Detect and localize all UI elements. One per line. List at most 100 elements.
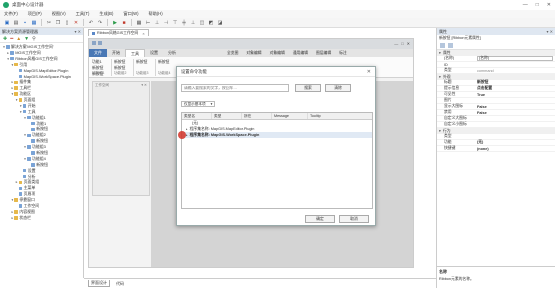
property-key: 图片	[444, 98, 452, 102]
ribbon-tab-analysis[interactable]: 分析	[163, 49, 181, 57]
redo-icon[interactable]: ↷	[97, 20, 103, 26]
menu-build[interactable]: 生成(B)	[99, 11, 113, 17]
cut-icon[interactable]: ✂	[46, 20, 52, 26]
filter-select[interactable]: 仅显示基本项 ▼	[181, 101, 215, 107]
property-value[interactable]: (名称)	[477, 56, 553, 61]
tree-node[interactable]: ▸ 状态栏	[0, 215, 83, 221]
delete-icon[interactable]: ✕	[73, 20, 79, 26]
new-icon[interactable]: ▣	[4, 20, 10, 26]
property-value[interactable]: True	[477, 93, 555, 97]
property-object-selector[interactable]: 新按钮 [Ribbon元素属性]	[437, 35, 555, 42]
close-tab-icon[interactable]: ×	[142, 31, 144, 36]
open-icon[interactable]: ▤	[13, 20, 19, 26]
column-header[interactable]: 类型	[212, 113, 242, 119]
property-key: 自定义大图标	[444, 116, 467, 120]
solution-explorer-tools: ✚ ━ ▲ ▼ ⚲	[0, 35, 83, 43]
save-icon[interactable]: ▪	[22, 20, 28, 26]
column-header[interactable]: Tooltip	[308, 113, 372, 119]
property-value[interactable]: 点击配置	[477, 86, 555, 91]
align-right-icon[interactable]: ⊣	[163, 20, 169, 26]
folder-icon	[14, 198, 18, 202]
grid-row-selected[interactable]: ▸ 程序集名称: MapGIS.WorkSpace.Plugin	[178, 131, 372, 139]
menu-file[interactable]: 文件(F)	[4, 11, 18, 17]
expand-icon[interactable]: ▸	[186, 133, 188, 137]
ribbon-button[interactable]: 新按钮	[136, 59, 147, 65]
toolbar-separator	[131, 19, 132, 26]
property-value[interactable]: (none)	[477, 147, 555, 151]
context-tab[interactable]: 全览图	[227, 51, 238, 56]
dialog-close-icon[interactable]: ✕	[367, 69, 371, 75]
size-icon[interactable]: ◫	[199, 20, 205, 26]
align-bottom-icon[interactable]: ⊥	[190, 20, 196, 26]
node-icon	[27, 145, 31, 149]
column-header[interactable]: Message	[272, 113, 308, 119]
clear-button[interactable]: 清除	[325, 84, 351, 92]
context-tab[interactable]: 标注	[339, 51, 347, 56]
menu-window[interactable]: 窗口(W)	[123, 11, 138, 17]
context-tab[interactable]: 通用编辑	[293, 51, 308, 56]
maximize-button[interactable]: □	[536, 2, 539, 8]
context-tab[interactable]: 对象编辑	[270, 51, 285, 56]
pin-icon[interactable]: ▾ ✕	[547, 29, 553, 34]
expand-icon[interactable]: ▸	[186, 127, 188, 131]
align-top-icon[interactable]: ⊤	[172, 20, 178, 26]
back-icon[interactable]: ◪	[217, 20, 223, 26]
remove-icon[interactable]: ━	[10, 36, 13, 42]
alphabetical-icon[interactable]	[448, 43, 453, 48]
ribbon-button[interactable]: 新按钮	[158, 59, 169, 65]
tab-code[interactable]: 代码	[116, 281, 124, 287]
menu-tools[interactable]: 工具(T)	[76, 11, 90, 17]
menu-project[interactable]: 项目(P)	[28, 11, 42, 17]
pin-icon[interactable]: ▾ ✕	[75, 29, 81, 34]
minimize-button[interactable]: —	[523, 2, 528, 8]
solution-explorer: 解决方案资源管理器 ▾ ✕ ✚ ━ ▲ ▼ ⚲ ▾ 解决方案'MGIS工作空间' ▸…	[0, 28, 84, 278]
expand-icon[interactable]: ▾	[15, 98, 19, 102]
save-all-icon[interactable]: ▦	[31, 20, 37, 26]
expand-icon[interactable]: ▸	[15, 180, 19, 184]
column-header[interactable]: 类型名	[182, 113, 212, 119]
move-up-icon[interactable]: ▲	[16, 36, 21, 42]
categorized-icon[interactable]	[440, 43, 445, 48]
context-tab[interactable]: 图层编辑	[316, 51, 331, 56]
solution-explorer-header: 解决方案资源管理器 ▾ ✕	[0, 28, 83, 35]
document-tab[interactable]: Ribbon风格GIS工作空间 ×	[88, 29, 149, 36]
property-value[interactable]: (无)	[477, 140, 555, 145]
property-row[interactable]: 快捷键 (none)	[437, 146, 555, 152]
tree-node-label: 新按钮	[36, 161, 48, 167]
align-middle-icon[interactable]: ╪	[181, 20, 187, 26]
paste-icon[interactable]: ▯	[64, 20, 70, 26]
undo-icon[interactable]: ↶	[88, 20, 94, 26]
ribbon-tab-start[interactable]: 开始	[107, 49, 125, 57]
align-left-icon[interactable]: ⊢	[145, 20, 151, 26]
tab-ui-design[interactable]: 界面设计	[88, 280, 110, 287]
property-value[interactable]: False	[477, 105, 555, 109]
property-value[interactable]: False	[477, 111, 555, 115]
ok-button[interactable]: 确定	[305, 215, 335, 223]
folder-icon	[18, 98, 23, 102]
folder-icon	[14, 210, 18, 214]
command-search-input[interactable]	[181, 84, 289, 92]
stop-icon[interactable]: ■	[121, 20, 127, 26]
menu-help[interactable]: 帮助(H)	[149, 11, 163, 17]
property-value[interactable]: 新按钮	[477, 80, 555, 85]
search-button[interactable]: 搜索	[295, 84, 321, 92]
quick-access-icon	[98, 41, 102, 45]
property-value[interactable]: command	[477, 69, 555, 73]
close-button[interactable]: ✕	[547, 2, 551, 8]
column-header[interactable]: 所在	[242, 113, 272, 119]
menu-view[interactable]: 视图(V)	[52, 11, 66, 17]
front-icon[interactable]: ◩	[208, 20, 214, 26]
run-icon[interactable]: ▶	[112, 20, 118, 26]
copy-icon[interactable]: ❐	[55, 20, 61, 26]
search-icon[interactable]: ⚲	[32, 36, 36, 42]
ribbon-tab-file[interactable]: 文件	[89, 49, 107, 57]
cancel-button[interactable]: 取消	[339, 215, 369, 223]
grid-icon[interactable]: ▦	[136, 20, 142, 26]
context-tab[interactable]: 对象编辑	[246, 51, 261, 56]
ribbon-tab-tools[interactable]: 工具	[125, 49, 145, 57]
ribbon-tab-settings[interactable]: 设置	[145, 49, 163, 57]
align-center-icon[interactable]: ⊥	[154, 20, 160, 26]
property-description: 名称 Ribbon元素的名称。	[437, 266, 555, 288]
move-down-icon[interactable]: ▼	[24, 36, 29, 42]
add-icon[interactable]: ✚	[3, 36, 7, 42]
